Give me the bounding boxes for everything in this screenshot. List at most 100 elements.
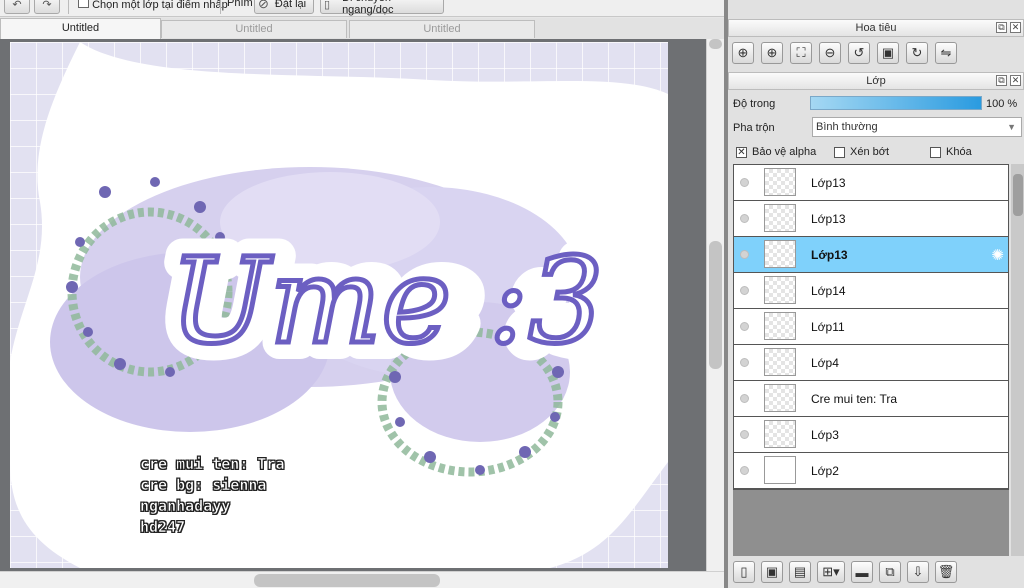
- visibility-toggle[interactable]: [740, 214, 749, 223]
- layer-thumbnail: [764, 276, 796, 304]
- clipping-option[interactable]: Xén bớt: [834, 146, 889, 158]
- visibility-toggle[interactable]: [740, 394, 749, 403]
- layer-name: Lớp2: [811, 464, 839, 478]
- merge-down-icon: ⇩: [912, 564, 924, 579]
- rotate-left-button[interactable]: ↺: [848, 42, 870, 64]
- horizontal-scrollbar[interactable]: [0, 571, 724, 588]
- lock-option[interactable]: Khóa: [930, 146, 972, 158]
- layer-row[interactable]: Lớp13: [734, 165, 1008, 201]
- vertical-scroll-thumb[interactable]: [709, 241, 722, 369]
- delete-layer-button[interactable]: 🗑: [935, 561, 957, 583]
- horizontal-scroll-thumb[interactable]: [254, 574, 440, 587]
- add-layer-menu-button[interactable]: ⊞▾: [817, 561, 845, 583]
- layer-row-selected[interactable]: Lớp13 ✺: [734, 237, 1008, 273]
- blend-mode-value: Bình thường: [816, 121, 878, 133]
- layer-thumbnail: [764, 384, 796, 412]
- fit-screen-button[interactable]: ⛶: [790, 42, 812, 64]
- layer-list: Lớp13 Lớp13 Lớp13 ✺ Lớp14 Lớp11 Lớp4 Cre…: [733, 164, 1009, 490]
- title-lettering: Ume :3: [170, 232, 604, 370]
- layer-name: Lớp13: [811, 212, 846, 226]
- actual-size-button[interactable]: ▣: [877, 42, 899, 64]
- layers-title-bar: Lớp ⧉ ✕: [728, 72, 1024, 90]
- rotate-right-button[interactable]: ↻: [906, 42, 928, 64]
- layer-row[interactable]: Cre mui ten: Tra: [734, 381, 1008, 417]
- blend-label: Pha trộn: [733, 122, 775, 134]
- layer-list-scroll-thumb[interactable]: [1013, 174, 1023, 216]
- delete-layer-icon: 🗑: [937, 564, 955, 579]
- visibility-toggle[interactable]: [740, 286, 749, 295]
- reset-icon: ⊘: [258, 0, 269, 11]
- folder-button[interactable]: ▬: [851, 561, 873, 583]
- close-icon[interactable]: ✕: [1010, 22, 1021, 33]
- visibility-toggle[interactable]: [740, 358, 749, 367]
- tab-untitled-2[interactable]: Untitled: [161, 20, 347, 38]
- move-icon: ▯: [324, 0, 331, 11]
- tab-untitled-1[interactable]: Untitled: [0, 18, 161, 39]
- layer-toolbar: ▯ ▣ ▤ ⊞▾ ▬ ⧉ ⇩ 🗑: [733, 561, 957, 585]
- artwork-canvas[interactable]: Ume :3 Ume :3 cre mui ten: Tra cre bg: s…: [10, 42, 668, 568]
- credit-line: cre bg: sienna: [140, 476, 267, 495]
- zoom-fit-button[interactable]: ⊕: [732, 42, 754, 64]
- visibility-toggle[interactable]: [740, 322, 749, 331]
- undo-button[interactable]: ↶: [4, 0, 30, 14]
- zoom-in-button[interactable]: ⊕: [761, 42, 783, 64]
- new-layer-button[interactable]: ▯: [733, 561, 755, 583]
- layer-thumbnail: [764, 204, 796, 232]
- undock-icon[interactable]: ⧉: [996, 75, 1007, 86]
- navigator-title-bar: Hoa tiêu ⧉ ✕: [728, 19, 1024, 37]
- layer-row[interactable]: Lớp13: [734, 201, 1008, 237]
- reset-button[interactable]: ⊘ Đặt lại: [254, 0, 314, 14]
- new-layer-icon: ▯: [740, 564, 748, 579]
- artwork-illustration: Ume :3 Ume :3: [10, 42, 668, 568]
- tab-label: Untitled: [61, 22, 100, 34]
- protect-alpha-label: Bảo vệ alpha: [752, 146, 817, 158]
- clipping-label: Xén bớt: [850, 146, 890, 158]
- rotate-left-icon: ↺: [853, 45, 865, 60]
- copy-layer-button[interactable]: ⧉: [879, 561, 901, 583]
- pick-layer-option[interactable]: Chọn một lớp tại điểm nhấp: [78, 0, 228, 11]
- layer-name: Lớp11: [811, 320, 845, 334]
- layer-row[interactable]: Lớp3: [734, 417, 1008, 453]
- redo-button[interactable]: ↷: [34, 0, 60, 14]
- lock-checkbox[interactable]: [930, 146, 941, 158]
- canvas-area[interactable]: Ume :3 Ume :3 cre mui ten: Tra cre bg: s…: [0, 39, 706, 571]
- navigator-title: Hoa tiêu: [855, 22, 897, 34]
- layer-row[interactable]: Lớp14: [734, 273, 1008, 309]
- new-raster-layer-icon: ▣: [765, 564, 779, 579]
- layer-name: Cre mui ten: Tra: [811, 392, 898, 406]
- merge-down-button[interactable]: ⇩: [907, 561, 929, 583]
- opacity-slider[interactable]: [810, 96, 982, 110]
- copy-layer-icon: ⧉: [885, 564, 895, 579]
- protect-alpha-checkbox[interactable]: ✕: [736, 146, 747, 158]
- blend-mode-select[interactable]: Bình thường ▼: [812, 117, 1022, 137]
- tab-untitled-3[interactable]: Untitled: [349, 20, 535, 38]
- close-icon[interactable]: ✕: [1010, 75, 1021, 86]
- protect-alpha-option[interactable]: ✕ Bảo vệ alpha: [736, 146, 816, 158]
- visibility-toggle[interactable]: [740, 430, 749, 439]
- visibility-toggle[interactable]: [740, 178, 749, 187]
- duplicate-layer-button[interactable]: ▤: [789, 561, 811, 583]
- layer-thumbnail: [764, 456, 796, 484]
- lock-label: Khóa: [946, 146, 972, 158]
- undock-icon[interactable]: ⧉: [996, 22, 1007, 33]
- navigator-toolbar: ⊕ ⊕ ⛶ ⊖ ↺ ▣ ↻ ⇋: [732, 42, 957, 66]
- layer-row[interactable]: Lớp2: [734, 453, 1008, 489]
- credit-line: hd247: [140, 518, 186, 537]
- new-raster-layer-button[interactable]: ▣: [761, 561, 783, 583]
- pick-layer-checkbox[interactable]: [78, 0, 89, 8]
- vertical-scrollbar[interactable]: [706, 39, 724, 571]
- zoom-out-button[interactable]: ⊖: [819, 42, 841, 64]
- gear-icon[interactable]: ✺: [991, 246, 1004, 264]
- tab-label: Untitled: [235, 23, 273, 35]
- layer-row[interactable]: Lớp11: [734, 309, 1008, 345]
- pick-layer-label: Chọn một lớp tại điểm nhấp: [92, 0, 228, 11]
- layer-list-scrollbar[interactable]: [1011, 164, 1024, 556]
- move-direction-button[interactable]: ▯ Di chuyển ngang/dọc: [320, 0, 444, 16]
- visibility-toggle[interactable]: [740, 466, 749, 475]
- layer-name: Lớp4: [811, 356, 839, 370]
- flip-button[interactable]: ⇋: [935, 42, 957, 64]
- rotate-right-icon: ↻: [911, 45, 923, 60]
- visibility-toggle[interactable]: [740, 250, 749, 259]
- layer-row[interactable]: Lớp4: [734, 345, 1008, 381]
- clipping-checkbox[interactable]: [834, 146, 845, 158]
